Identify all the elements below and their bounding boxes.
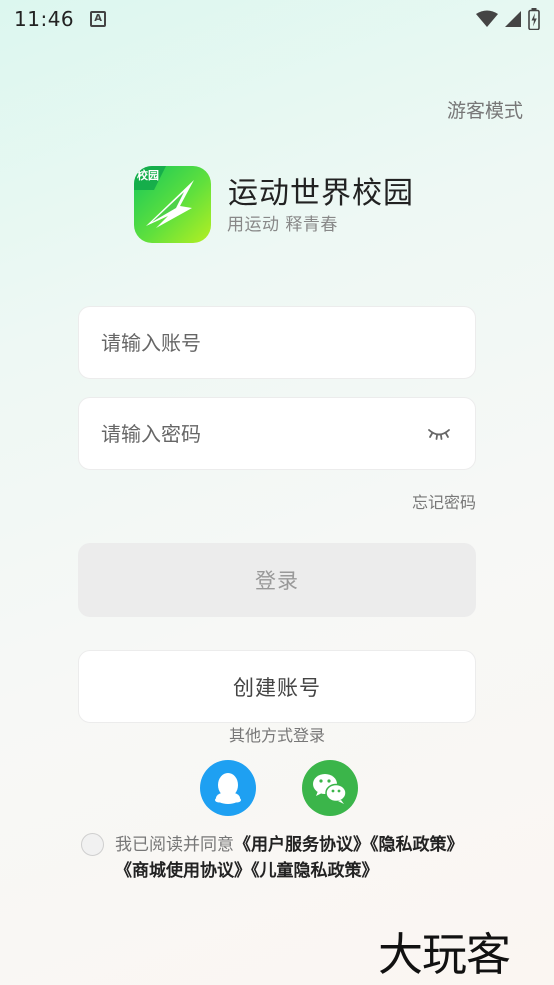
battery-icon	[528, 8, 540, 30]
app-title: 运动世界校园	[228, 176, 414, 211]
account-field[interactable]	[78, 306, 476, 379]
mall-usage-agreement-link[interactable]: 《商城使用协议》	[115, 861, 251, 881]
watermark: 大玩客	[378, 928, 511, 981]
child-privacy-policy-link[interactable]: 《儿童隐私政策》	[251, 861, 379, 881]
wechat-icon	[313, 774, 347, 804]
agreement-prefix: 我已阅读并同意	[115, 835, 234, 855]
status-bar: 11:46 A	[0, 0, 554, 38]
qq-login-button[interactable]	[200, 760, 256, 816]
password-field[interactable]	[78, 397, 476, 470]
agreement-text: 我已阅读并同意《用户服务协议》《隐私政策》《商城使用协议》《儿童隐私政策》	[115, 832, 475, 884]
other-login-heading: 其他方式登录	[228, 726, 325, 745]
account-input[interactable]	[101, 330, 401, 355]
password-input[interactable]	[101, 421, 401, 446]
status-icons	[476, 8, 540, 30]
qq-icon	[215, 773, 241, 804]
eye-closed-icon[interactable]	[427, 424, 451, 444]
app-logo: 校园	[134, 166, 211, 243]
notification-icon: A	[90, 11, 107, 27]
app-slogan: 用运动 释青春	[227, 215, 338, 235]
guest-mode-link[interactable]: 游客模式	[447, 96, 523, 123]
wechat-login-button[interactable]	[302, 760, 358, 816]
forgot-password-link[interactable]: 忘记密码	[412, 489, 476, 513]
logo-badge-text: 校园	[137, 169, 159, 182]
create-account-button[interactable]: 创建账号	[78, 650, 476, 723]
agreement-checkbox[interactable]	[81, 833, 104, 856]
status-time: 11:46	[14, 7, 75, 31]
signal-icon	[505, 11, 521, 27]
wifi-icon	[476, 10, 498, 27]
user-service-agreement-link[interactable]: 《用户服务协议》	[234, 835, 370, 855]
privacy-policy-link[interactable]: 《隐私政策》	[370, 835, 464, 855]
login-button[interactable]: 登录	[78, 543, 476, 617]
